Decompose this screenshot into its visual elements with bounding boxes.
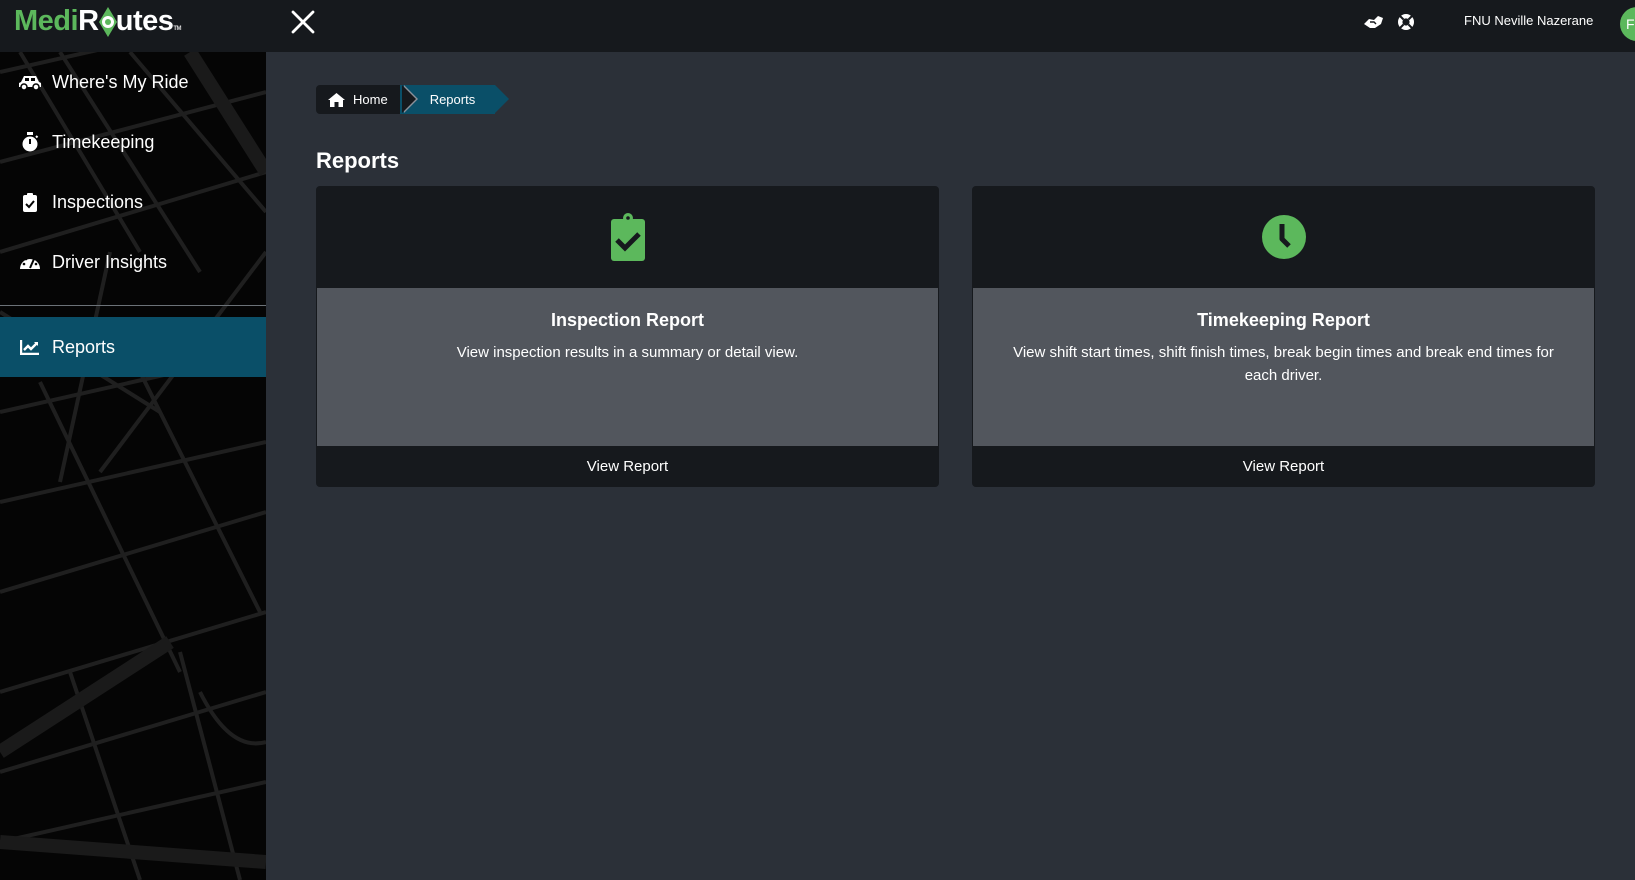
- handshake-icon: [1364, 16, 1383, 28]
- sidebar-item-label: Inspections: [52, 191, 144, 212]
- card-body: Timekeeping Report View shift start time…: [973, 288, 1594, 446]
- card-title: Inspection Report: [550, 310, 704, 330]
- top-bar: MediRoutesTM FNU Neville Nazerane FN: [0, 0, 1635, 52]
- sidebar-item-label: Timekeeping: [52, 131, 155, 152]
- view-report-button[interactable]: View Report: [316, 446, 939, 487]
- sidebar-item-wheres-my-ride[interactable]: Where's My Ride: [0, 52, 266, 112]
- clock-icon: [1261, 215, 1306, 259]
- logo[interactable]: MediRoutesTM: [14, 5, 182, 38]
- sidebar-item-inspections[interactable]: Inspections: [0, 172, 266, 232]
- timekeeping-report-card: Timekeeping Report View shift start time…: [972, 186, 1595, 487]
- logo-text-r: R: [78, 5, 99, 37]
- card-description: View inspection results in a summary or …: [456, 344, 799, 361]
- tachometer-icon: [18, 252, 42, 272]
- card-description: View shift start times, shift finish tim…: [1013, 344, 1554, 384]
- sidebar: Where's My Ride Timekeeping Inspections …: [0, 52, 266, 880]
- sidebar-item-driver-insights[interactable]: Driver Insights: [0, 232, 266, 292]
- card-icon-area: [972, 186, 1595, 288]
- clipboard-check-icon: [610, 213, 645, 261]
- breadcrumb-home[interactable]: Home: [316, 85, 418, 114]
- logo-diamond-icon: o: [98, 5, 117, 38]
- help-button[interactable]: [1396, 12, 1416, 32]
- user-name[interactable]: FNU Neville Nazerane: [1464, 13, 1593, 28]
- breadcrumb-current-label: Reports: [429, 92, 476, 107]
- logo-trademark: TM: [173, 26, 182, 32]
- home-icon: [328, 92, 345, 107]
- avatar[interactable]: FN: [1620, 7, 1635, 41]
- sidebar-divider: [0, 305, 266, 306]
- car-icon: [18, 72, 42, 92]
- logo-text-medi: Medi: [14, 5, 79, 37]
- breadcrumb: Home Reports: [316, 85, 509, 114]
- close-sidebar-button[interactable]: [290, 9, 316, 35]
- sidebar-item-label: Reports: [52, 336, 116, 357]
- logo-text-utes: utes: [115, 5, 174, 37]
- close-icon: [291, 10, 315, 34]
- sidebar-item-reports[interactable]: Reports: [0, 317, 266, 377]
- view-report-button[interactable]: View Report: [972, 446, 1595, 487]
- sidebar-item-timekeeping[interactable]: Timekeeping: [0, 112, 266, 172]
- card-icon-area: [316, 186, 939, 288]
- card-body: Inspection Report View inspection result…: [317, 288, 938, 446]
- chart-line-icon: [18, 337, 42, 357]
- clipboard-check-icon: [18, 192, 42, 212]
- stopwatch-icon: [18, 132, 42, 152]
- sidebar-item-label: Driver Insights: [52, 251, 168, 272]
- page-title: Reports: [316, 148, 400, 173]
- sidebar-item-label: Where's My Ride: [52, 71, 189, 92]
- breadcrumb-home-label: Home: [353, 92, 388, 107]
- card-title: Timekeeping Report: [1197, 310, 1370, 330]
- life-ring-icon: [1398, 14, 1414, 30]
- inspection-report-card: Inspection Report View inspection result…: [316, 186, 939, 487]
- handshake-button[interactable]: [1362, 12, 1383, 32]
